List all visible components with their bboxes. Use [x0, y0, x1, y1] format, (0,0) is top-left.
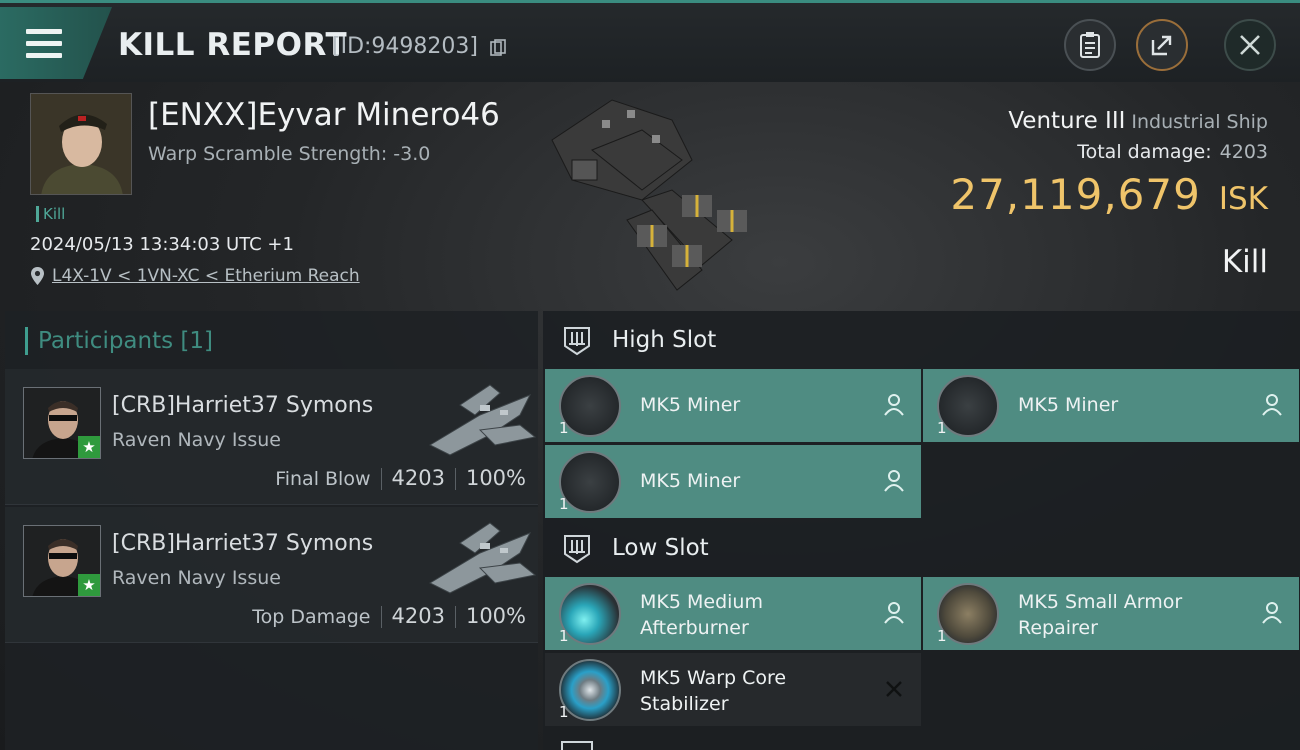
participants-panel: Participants [1] ★ [CRB]Harriet37 Symons…: [5, 311, 538, 750]
participant-ship-image: [428, 522, 537, 594]
module-quantity: 1: [559, 419, 569, 437]
divider: [454, 468, 456, 490]
victim-name: [ENXX]Eyvar Minero46: [148, 97, 500, 133]
module-quantity: 1: [559, 495, 569, 513]
total-damage: Total damage: 4203: [1077, 141, 1268, 163]
star-icon: ★: [78, 436, 100, 458]
victim-ship-name: Venture III Industrial Ship: [1008, 108, 1268, 134]
share-icon: [1151, 35, 1172, 56]
module-name-line: MK5 Warp Core: [640, 667, 787, 689]
module-quantity: 1: [937, 419, 947, 437]
module-name: MK5 Small Armor Repairer: [1018, 589, 1268, 641]
location-pin-icon: [31, 267, 44, 285]
pilot-icon: [1262, 602, 1282, 624]
mid-slot-icon: [561, 741, 593, 750]
participants-count: [1]: [180, 328, 214, 354]
module-name-line: MK5 Medium: [640, 591, 763, 613]
low-slot-header: Low Slot: [543, 519, 1300, 579]
menu-button[interactable]: [0, 7, 112, 79]
kill-tag: Kill: [36, 206, 65, 222]
participant-row[interactable]: ★ [CRB]Harriet37 Symons Raven Navy Issue…: [5, 369, 538, 505]
high-slot-icon: [564, 327, 590, 356]
module-item[interactable]: 1 MK5 Warp Core Stabilizer: [545, 653, 921, 726]
module-item[interactable]: 1 MK5 Miner: [545, 445, 921, 518]
clipboard-button[interactable]: [1064, 19, 1116, 71]
ship-name-text: Venture III: [1008, 108, 1126, 134]
warp-scramble-strength: Warp Scramble Strength: -3.0: [148, 143, 431, 165]
participant-stats: Final Blow 4203 100%: [275, 466, 526, 490]
total-damage-value: 4203: [1219, 141, 1268, 163]
module-name: MK5 Miner: [640, 394, 741, 416]
participant-name: [CRB]Harriet37 Symons: [112, 531, 374, 556]
low-slot-icon: [564, 535, 590, 564]
isk-value: 27,119,679: [950, 170, 1201, 219]
top-damage-label: Top Damage: [252, 606, 371, 628]
participant-percent: 100%: [465, 466, 526, 490]
pilot-icon: [884, 394, 904, 416]
participant-damage: 4203: [391, 466, 445, 490]
module-quantity: 1: [559, 703, 569, 721]
participant-ship: Raven Navy Issue: [112, 567, 281, 589]
divider: [380, 606, 382, 628]
participants-header: Participants [1]: [25, 327, 538, 355]
divider: [454, 606, 456, 628]
hamburger-menu-icon: [26, 29, 62, 65]
victim-ship-image: [551, 99, 747, 291]
ship-class: Industrial Ship: [1131, 111, 1268, 133]
module-name: MK5 Warp Core Stabilizer: [640, 665, 890, 717]
report-id: [ID:9498203]: [332, 34, 478, 59]
high-slot-label: High Slot: [612, 327, 717, 353]
high-slot-header: High Slot: [543, 311, 1300, 371]
module-name-line: Afterburner: [640, 617, 749, 639]
location-text: L4X-1V < 1VN-XC < Etherium Reach: [52, 266, 360, 286]
module-name: MK5 Miner: [640, 470, 741, 492]
close-icon: [1240, 35, 1260, 55]
participant-avatar: ★: [23, 525, 101, 597]
module-name-line: MK5 Small Armor: [1018, 591, 1183, 613]
close-button[interactable]: [1224, 19, 1276, 71]
kill-result: Kill: [1221, 244, 1268, 280]
module-item[interactable]: 1 MK5 Miner: [545, 369, 921, 442]
fitting-panel: High Slot 1 MK5 Miner 1 MK5 Miner 1 MK5 …: [543, 311, 1300, 750]
pilot-icon: [1262, 394, 1282, 416]
victim-portrait[interactable]: [30, 93, 132, 195]
participant-percent: 100%: [465, 604, 526, 628]
module-name-line: Repairer: [1018, 617, 1098, 639]
module-quantity: 1: [937, 627, 947, 645]
participant-avatar: ★: [23, 387, 101, 459]
top-bar: KILL REPORT [ID:9498203]: [0, 0, 1300, 82]
participant-stats: Top Damage 4203 100%: [252, 604, 526, 628]
pilot-icon: [884, 470, 904, 492]
participants-title: Participants: [38, 328, 174, 354]
location-link[interactable]: L4X-1V < 1VN-XC < Etherium Reach: [30, 266, 360, 286]
module-name: MK5 Medium Afterburner: [640, 589, 890, 641]
final-blow-label: Final Blow: [275, 468, 371, 490]
share-button[interactable]: [1136, 19, 1188, 71]
divider: [380, 468, 382, 490]
module-item[interactable]: 1 MK5 Medium Afterburner: [545, 577, 921, 650]
module-name-line: Stabilizer: [640, 693, 729, 715]
page-title: KILL REPORT: [118, 27, 348, 63]
module-item[interactable]: 1 MK5 Small Armor Repairer: [923, 577, 1299, 650]
module-name: MK5 Miner: [1018, 394, 1119, 416]
destroyed-x-icon: [886, 681, 902, 697]
pilot-icon: [884, 602, 904, 624]
copy-icon[interactable]: [490, 39, 506, 57]
module-quantity: 1: [559, 627, 569, 645]
participant-damage: 4203: [391, 604, 445, 628]
isk-loss: 27,119,679 ISK: [950, 170, 1268, 219]
participant-row[interactable]: ★ [CRB]Harriet37 Symons Raven Navy Issue…: [5, 507, 538, 643]
participant-ship: Raven Navy Issue: [112, 429, 281, 451]
star-icon: ★: [78, 574, 100, 596]
kill-timestamp: 2024/05/13 13:34:03 UTC +1: [30, 234, 294, 255]
module-item[interactable]: 1 MK5 Miner: [923, 369, 1299, 442]
low-slot-label: Low Slot: [612, 535, 709, 561]
participant-ship-image: [428, 384, 537, 456]
isk-unit: ISK: [1218, 181, 1268, 217]
clipboard-icon: [1080, 32, 1100, 58]
total-damage-label: Total damage:: [1077, 141, 1212, 163]
victim-avatar-image: [31, 94, 131, 194]
participant-name: [CRB]Harriet37 Symons: [112, 393, 374, 418]
